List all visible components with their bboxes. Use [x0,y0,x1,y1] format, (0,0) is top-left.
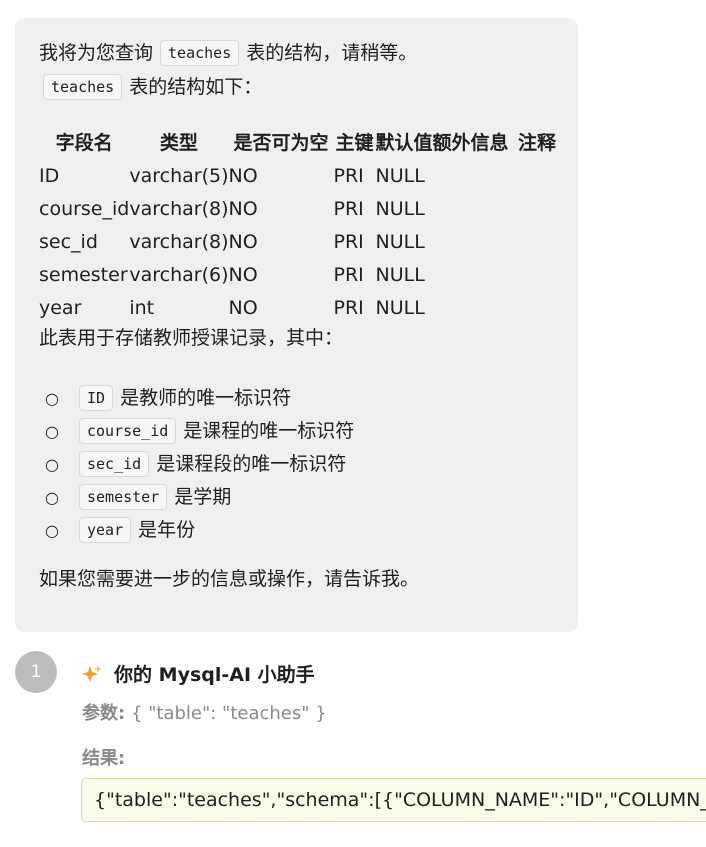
tool-call-title: 你的 Mysql-AI 小助手 [82,660,315,687]
note-text: 是教师的唯一标识符 [120,387,292,409]
bullet-icon: ○ [45,488,59,507]
column-header-nullable: 是否可为空 [233,131,329,154]
bullet-icon: ○ [45,455,59,474]
bullet-icon: ○ [45,389,59,408]
table-row: sec_id varchar(8) NO PRI NULL [39,225,566,258]
column-header-type: 类型 [159,131,198,154]
cell-key: PRI [333,230,364,253]
cell-default: NULL [375,296,425,319]
column-header-field: 字段名 [55,131,113,154]
result-output-box[interactable]: {"table":"teaches","schema":[{"COLUMN_NA… [81,778,706,822]
cell-nullable: NO [228,164,258,187]
column-notes-list: ○ ID 是教师的唯一标识符 ○ course_id 是课程的唯一标识符 ○ sec_id… [39,382,354,547]
cell-default: NULL [375,230,425,253]
cell-extra [433,291,509,324]
list-item: ○ course_id 是课程的唯一标识符 [39,415,354,448]
column-header-comment: 注释 [518,131,557,154]
schema-table: 字段名 类型 是否可为空 主键 默认值 额外信息 注释 ID varchar(5… [39,123,566,324]
list-item: ○ sec_id 是课程段的唯一标识符 [39,448,354,481]
cell-extra [433,159,509,192]
cell-comment [509,159,566,192]
cell-nullable: NO [228,197,258,220]
column-header-extra: 额外信息 [432,131,509,154]
cell-type: int [129,296,155,319]
cell-comment [509,258,566,291]
cell-nullable: NO [228,263,258,286]
cell-key: PRI [333,263,364,286]
intro-line: 我将为您查询 teaches 表的结构，请稍等。 [39,40,417,66]
inline-code-teaches-2: teaches [43,74,123,100]
cell-field: course_id [39,197,130,220]
cell-extra [433,225,509,258]
cell-default: NULL [375,164,425,187]
cell-default: NULL [375,263,425,286]
cell-type: varchar(8) [129,230,229,253]
cell-field: sec_id [39,230,98,253]
table-row: year int NO PRI NULL [39,291,566,324]
bullet-icon: ○ [45,521,59,540]
cell-key: PRI [333,296,364,319]
assistant-message-bubble: 我将为您查询 teaches 表的结构，请稍等。 teaches 表的结构如下： 字段… [15,18,578,632]
params-value: { "table": "teaches" } [130,703,327,724]
structure-suffix: 表的结构如下： [129,76,263,98]
intro-suffix: 表的结构，请稍等。 [246,42,418,64]
table-row: semester varchar(6) NO PRI NULL [39,258,566,291]
cell-field: ID [39,164,60,187]
result-label: 结果: [82,748,126,769]
usage-text: 此表用于存储教师授课记录，其中： [39,327,344,349]
note-text: 是课程的唯一标识符 [183,420,355,442]
list-item: ○ year 是年份 [39,514,354,547]
closing-text: 如果您需要进一步的信息或操作，请告诉我。 [39,568,420,590]
cell-extra [433,192,509,225]
cell-type: varchar(8) [129,197,229,220]
column-header-default: 默认值 [375,131,433,154]
inline-code: semester [79,484,168,510]
cell-nullable: NO [228,230,258,253]
intro-prefix: 我将为您查询 [39,42,154,64]
structure-line: teaches 表的结构如下： [43,74,262,100]
cell-key: PRI [333,197,364,220]
list-item: ○ semester 是学期 [39,481,354,514]
inline-code: ID [79,385,114,411]
note-text: 是课程段的唯一标识符 [156,453,347,475]
list-item: ○ ID 是教师的唯一标识符 [39,382,354,415]
sparkle-icon [82,664,108,686]
cell-default: NULL [375,197,425,220]
tool-call-title-text: 你的 Mysql-AI 小助手 [114,664,315,686]
cell-field: year [39,296,82,319]
cell-extra [433,258,509,291]
step-number-badge: 1 [15,651,57,693]
table-header-row: 字段名 类型 是否可为空 主键 默认值 额外信息 注释 [39,123,566,159]
inline-code: course_id [79,418,177,444]
cell-comment [509,225,566,258]
table-row: course_id varchar(8) NO PRI NULL [39,192,566,225]
column-header-key: 主键 [335,131,374,154]
bullet-icon: ○ [45,422,59,441]
inline-code: year [79,517,132,543]
cell-nullable: NO [228,296,258,319]
inline-code: sec_id [79,451,150,477]
cell-comment [509,192,566,225]
params-line: 参数: { "table": "teaches" } [82,699,327,725]
table-row: ID varchar(5) NO PRI NULL [39,159,566,192]
cell-comment [509,291,566,324]
cell-type: varchar(5) [129,164,229,187]
cell-field: semester [39,263,128,286]
note-text: 是年份 [138,519,196,541]
note-text: 是学期 [174,486,232,508]
inline-code-teaches: teaches [160,40,240,66]
cell-type: varchar(6) [129,263,229,286]
params-label: 参数: [82,703,126,724]
cell-key: PRI [333,164,364,187]
